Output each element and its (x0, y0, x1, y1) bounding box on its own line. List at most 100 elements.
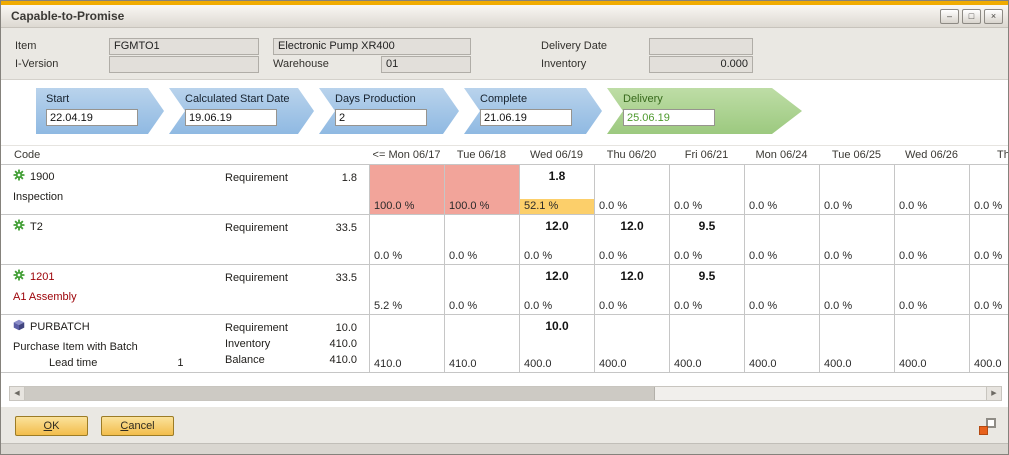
days-production-input[interactable] (335, 109, 427, 126)
capacity-cell[interactable]: 400.0 (819, 315, 894, 372)
capacity-cell[interactable]: 0.0 % (894, 215, 969, 264)
capacity-cell[interactable]: 0.0 % (969, 215, 1008, 264)
item-code-field[interactable]: FGMTO1 (109, 38, 259, 55)
scroll-right-button[interactable]: ▶ (986, 387, 1001, 400)
inventory-field[interactable]: 0.000 (649, 56, 753, 73)
quantity-value (820, 265, 894, 282)
delivery-date-field[interactable] (649, 38, 753, 55)
capacity-cell[interactable]: 0.0 % (744, 215, 819, 264)
balance-value: 410.0 (445, 357, 519, 372)
resource-code[interactable]: T2 (30, 221, 43, 233)
capacity-cell[interactable]: 0.0 % (369, 215, 444, 264)
item-name-field[interactable]: Electronic Pump XR400 (273, 38, 471, 55)
metric-value: 410.0 (311, 352, 357, 368)
table-row: T2 Requirement 33.5 0.0 % 0.0 % 12.00.0 … (1, 215, 1008, 265)
capacity-cell[interactable]: 400.0 (894, 315, 969, 372)
maximize-button[interactable]: □ (962, 9, 981, 24)
quantity-value: 10.0 (520, 315, 594, 333)
capacity-cell[interactable]: 1.852.1 % (519, 165, 594, 214)
quantity-value: 1.8 (520, 165, 594, 183)
resource-name: Purchase Item with Batch (1, 334, 225, 353)
column-header-date: Tue 06/25 (819, 149, 894, 161)
capacity-cell[interactable]: 0.0 % (894, 165, 969, 214)
cancel-button[interactable]: Cancel (101, 416, 174, 436)
percent-value: 0.0 % (595, 249, 669, 264)
capacity-cell[interactable]: 9.50.0 % (669, 215, 744, 264)
metric-value: 10.0 (311, 320, 357, 336)
step-label: Delivery (623, 93, 792, 105)
resource-code[interactable]: PURBATCH (30, 321, 90, 333)
quantity-value: 12.0 (520, 215, 594, 233)
capacity-cell[interactable]: 400.0 (669, 315, 744, 372)
quantity-value (745, 165, 819, 182)
capacity-cell[interactable]: 12.00.0 % (594, 265, 669, 314)
horizontal-scrollbar[interactable]: ◀ ▶ (9, 386, 1002, 401)
minimize-button[interactable]: – (940, 9, 959, 24)
scroll-left-button[interactable]: ◀ (10, 387, 25, 400)
capacity-cell[interactable]: 410.0 (369, 315, 444, 372)
capacity-cell[interactable]: 400.0 (744, 315, 819, 372)
grid-header-row: Code <= Mon 06/17 Tue 06/18 Wed 06/19 Th… (1, 145, 1008, 165)
capacity-cell[interactable]: 0.0 % (819, 165, 894, 214)
balance-value: 400.0 (745, 357, 819, 372)
capacity-cell[interactable]: 9.50.0 % (669, 265, 744, 314)
complete-date-input[interactable] (480, 109, 572, 126)
capacity-cell[interactable]: 0.0 % (744, 265, 819, 314)
capacity-cell[interactable]: 12.00.0 % (519, 215, 594, 264)
flow-step-days-production: Days Production (319, 88, 459, 134)
delivery-date-input[interactable] (623, 109, 715, 126)
calculated-start-date-input[interactable] (185, 109, 277, 126)
column-header-date: <= Mon 06/17 (369, 149, 444, 161)
percent-value: 0.0 % (895, 199, 969, 214)
capacity-cell[interactable]: 12.00.0 % (594, 215, 669, 264)
percent-value: 0.0 % (970, 249, 1008, 264)
capacity-cell[interactable]: 10.0400.0 (519, 315, 594, 372)
capacity-cell[interactable]: 0.0 % (819, 265, 894, 314)
capacity-cell[interactable]: 0.0 % (444, 215, 519, 264)
capacity-cell[interactable]: 0.0 % (744, 165, 819, 214)
percent-value: 100.0 % (445, 199, 519, 214)
status-bar (1, 443, 1008, 454)
capacity-cell[interactable]: 100.0 % (444, 165, 519, 214)
quantity-value: 12.0 (520, 265, 594, 283)
capacity-cell[interactable]: 0.0 % (969, 265, 1008, 314)
capacity-cell[interactable]: 0.0 % (969, 165, 1008, 214)
capacity-cell[interactable]: 0.0 % (894, 265, 969, 314)
capacity-cell[interactable]: 12.00.0 % (519, 265, 594, 314)
close-button[interactable]: × (984, 9, 1003, 24)
capacity-cell[interactable]: 5.2 % (369, 265, 444, 314)
percent-value: 0.0 % (970, 299, 1008, 314)
content-area: Start Calculated Start Date Days Product… (1, 79, 1008, 407)
capacity-cell[interactable]: 0.0 % (444, 265, 519, 314)
row-cells: 0.0 % 0.0 % 12.00.0 % 12.00.0 % 9.50.0 %… (369, 215, 1008, 264)
warehouse-field[interactable]: 01 (381, 56, 471, 73)
resource-code[interactable]: 1900 (30, 171, 54, 183)
capacity-cell[interactable]: 0.0 % (819, 215, 894, 264)
scroll-thumb[interactable] (25, 387, 655, 400)
capacity-cell[interactable]: 400.0 (969, 315, 1008, 372)
quantity-value (970, 265, 1008, 282)
start-date-input[interactable] (46, 109, 138, 126)
ok-button[interactable]: OK (15, 416, 88, 436)
percent-value: 0.0 % (745, 249, 819, 264)
capacity-cell[interactable]: 410.0 (444, 315, 519, 372)
window-title: Capable-to-Promise (11, 9, 937, 23)
iversion-field[interactable] (109, 56, 259, 73)
resource-code[interactable]: 1201 (30, 271, 54, 283)
flow-step-delivery: Delivery (607, 88, 802, 134)
scroll-track[interactable] (655, 387, 986, 400)
capacity-cell[interactable]: 400.0 (594, 315, 669, 372)
capacity-cell[interactable]: 0.0 % (669, 165, 744, 214)
row-left: T2 Requirement 33.5 (1, 215, 369, 264)
capacity-cell[interactable]: 0.0 % (594, 165, 669, 214)
quantity-value (970, 215, 1008, 232)
form-settings-icon[interactable] (979, 418, 996, 435)
quantity-value (895, 265, 969, 282)
capacity-cell[interactable]: 100.0 % (369, 165, 444, 214)
table-row: PURBATCH Purchase Item with Batch Lead t… (1, 315, 1008, 373)
quantity-value (970, 315, 1008, 332)
quantity-value (445, 215, 519, 232)
quantity-value: 9.5 (670, 265, 744, 283)
quantity-value (370, 165, 444, 182)
balance-value: 410.0 (370, 357, 444, 372)
